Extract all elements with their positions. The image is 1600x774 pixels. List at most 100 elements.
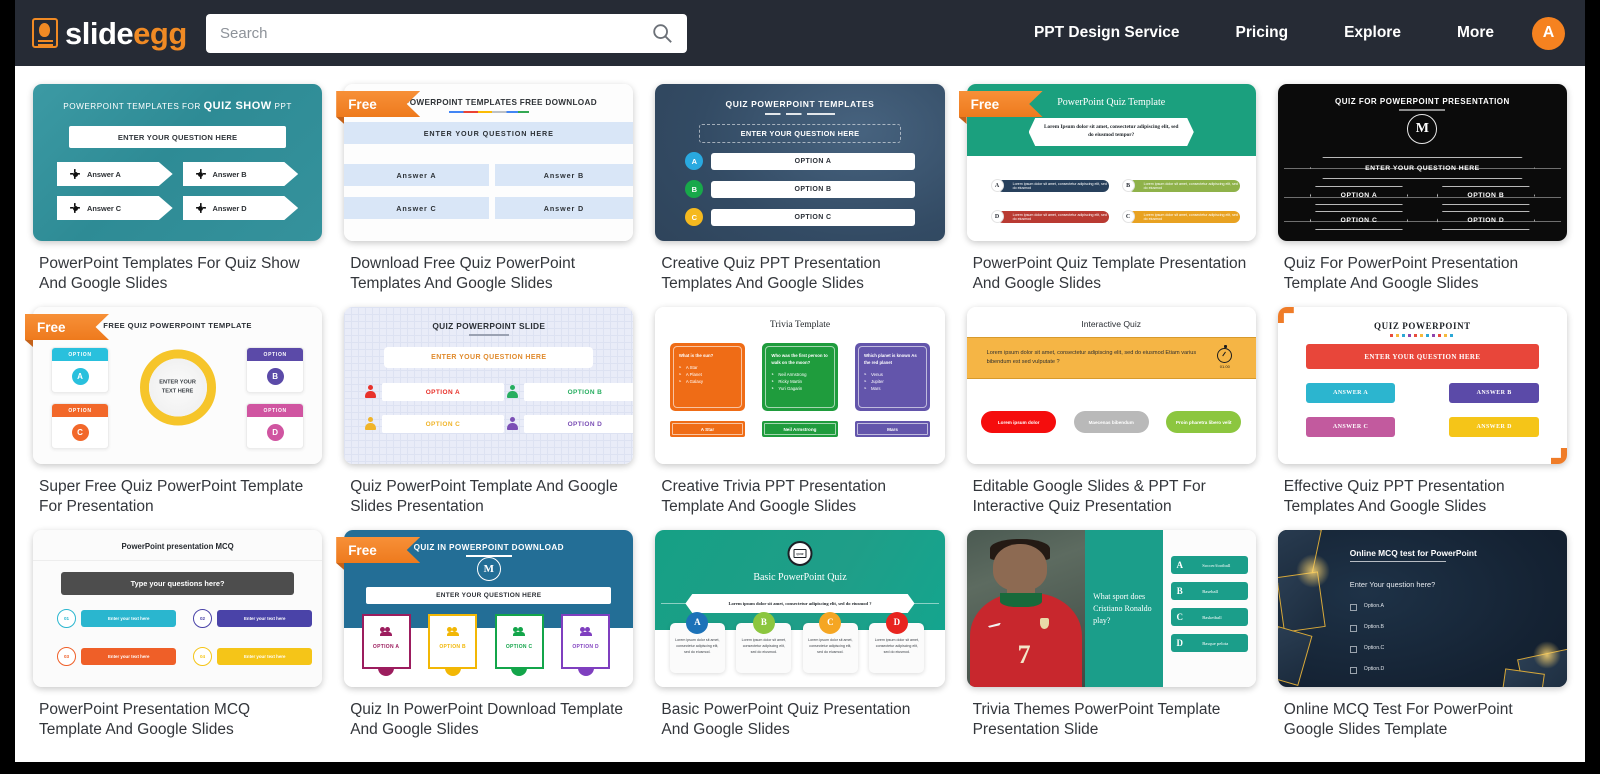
glow-decor bbox=[1533, 641, 1561, 669]
slide-option-c: C Lorem ipsum dolor sit amet, consectetur… bbox=[802, 612, 858, 673]
template-title[interactable]: Creative Quiz PPT Presentation Templates… bbox=[655, 241, 944, 303]
slide-option-d: OPTION D bbox=[1436, 211, 1535, 230]
slide-answer-b: ANSWER B bbox=[1449, 383, 1539, 403]
template-thumbnail[interactable]: QUIZ POWERPOINT SLIDE ENTER YOUR QUESTIO… bbox=[344, 307, 634, 464]
slide-option-a: OPTION A bbox=[361, 614, 411, 676]
template-thumbnail[interactable]: QUIZ POWERPOINT TEMPLATES ENTER YOUR QUE… bbox=[655, 84, 945, 241]
nav-item-explore[interactable]: Explore bbox=[1316, 24, 1429, 42]
site-logo[interactable]: slideegg bbox=[32, 18, 187, 49]
template-title[interactable]: Basic PowerPoint Quiz Presentation And G… bbox=[655, 687, 944, 749]
template-thumbnail[interactable]: QUIZ FOR POWERPOINT PRESENTATION M ENTER… bbox=[1277, 84, 1567, 241]
template-card[interactable]: Interactive Quiz Lorem ipsum dolor sit a… bbox=[966, 303, 1256, 526]
gold-shape-decor bbox=[1277, 626, 1313, 686]
template-thumbnail[interactable]: Online MCQ test for PowerPoint Enter You… bbox=[1277, 530, 1567, 687]
slide-option-b: B Lorem ipsum dolor sit amet, consectetur… bbox=[736, 612, 792, 673]
template-title[interactable]: Editable Google Slides & PPT For Interac… bbox=[967, 464, 1256, 526]
question-band: Lorem ipsum dolor sit amet, consectetur … bbox=[966, 337, 1256, 379]
template-card[interactable]: Free QUIZ POWERPOINT TEMPLATES FREE DOWN… bbox=[336, 80, 634, 303]
slide-option-2: Enter your text here bbox=[217, 610, 313, 627]
slide-option-b: B OPTION B bbox=[685, 180, 915, 198]
option-letter-b: B bbox=[1121, 179, 1135, 192]
template-title[interactable]: PowerPoint Templates For Quiz Show And G… bbox=[33, 241, 322, 303]
slide-question: What sport does Cristiano Ronaldo play? bbox=[1093, 591, 1152, 625]
slide-answer-c: ANSWER C bbox=[1305, 417, 1396, 437]
template-card[interactable]: Trivia Template What is the sun? A Star … bbox=[655, 303, 945, 526]
template-title[interactable]: PowerPoint Presentation MCQ Template And… bbox=[33, 687, 322, 749]
free-badge-fold bbox=[336, 563, 345, 570]
option-number-02: 02 bbox=[193, 609, 212, 628]
template-title[interactable]: Effective Quiz PPT Presentation Template… bbox=[1278, 464, 1567, 526]
slide-option-4: Enter your text here bbox=[217, 648, 313, 665]
nav-item-more[interactable]: More bbox=[1429, 24, 1522, 42]
slide-option-c: Option.C bbox=[1363, 645, 1385, 651]
google-dots-decor bbox=[448, 111, 529, 113]
search-input[interactable] bbox=[220, 24, 651, 42]
decor-line bbox=[912, 603, 939, 604]
checkbox-c[interactable] bbox=[1349, 646, 1357, 653]
decor-line bbox=[661, 603, 688, 604]
template-title[interactable]: Quiz PowerPoint Template And Google Slid… bbox=[344, 464, 633, 526]
template-title[interactable]: Creative Trivia PPT Presentation Templat… bbox=[655, 464, 944, 526]
slide-question: ENTER YOUR QUESTION HERE bbox=[1305, 344, 1539, 369]
slide-option-1: Enter your text here bbox=[81, 610, 177, 627]
slide-option-d: D Basque pelota bbox=[1171, 634, 1248, 652]
search-bar[interactable] bbox=[206, 13, 687, 53]
nav-item-pricing[interactable]: Pricing bbox=[1208, 24, 1317, 42]
divider-decor bbox=[1399, 109, 1446, 111]
template-title[interactable]: Super Free Quiz PowerPoint Template For … bbox=[33, 464, 322, 526]
template-thumbnail[interactable]: 7 What sport does Cristiano Ronaldo play… bbox=[966, 530, 1256, 687]
slide-option-b: B Baseball bbox=[1171, 582, 1248, 600]
template-title[interactable]: Download Free Quiz PowerPoint Templates … bbox=[344, 241, 633, 303]
slide-option-b: Lorem ipsum dolor sit amet, consectetur … bbox=[1127, 179, 1241, 192]
free-badge-fold bbox=[958, 117, 967, 124]
slide-option-b: OPTION B bbox=[428, 614, 478, 676]
trivia-answer-3: Mars bbox=[854, 421, 931, 437]
slide-option-c: OPTION C bbox=[382, 415, 504, 433]
template-title[interactable]: Quiz In PowerPoint Download Template And… bbox=[344, 687, 633, 749]
main-nav: PPT Design Service Pricing Explore More … bbox=[1006, 16, 1585, 50]
template-thumbnail[interactable]: QUIZ POWERPOINT ENTER YOUR QUESTION HERE… bbox=[1277, 307, 1567, 464]
slide-heading: QUIZ FOR POWERPOINT PRESENTATION bbox=[1334, 97, 1510, 106]
option-letter-c: C bbox=[685, 208, 704, 226]
template-thumbnail[interactable]: PowerPoint presentation MCQ Type your qu… bbox=[33, 530, 323, 687]
checkbox-b[interactable] bbox=[1349, 625, 1357, 632]
search-icon[interactable] bbox=[651, 22, 673, 44]
user-avatar[interactable]: A bbox=[1532, 16, 1565, 50]
template-card[interactable]: QUIZ Basic PowerPoint Quiz Lorem ipsum d… bbox=[655, 526, 945, 749]
template-thumbnail[interactable]: QUIZ Basic PowerPoint Quiz Lorem ipsum d… bbox=[655, 530, 945, 687]
template-thumbnail[interactable]: POWERPOINT TEMPLATES FOR QUIZ SHOW PPT E… bbox=[33, 84, 323, 241]
template-title[interactable]: Trivia Themes PowerPoint Template Presen… bbox=[967, 687, 1256, 749]
option-number-03: 03 bbox=[57, 647, 76, 666]
slide-option-a: OPTION A bbox=[382, 383, 504, 401]
page-frame: slideegg PPT Design Service Pricing Expl… bbox=[15, 0, 1585, 762]
checkbox-d[interactable] bbox=[1349, 667, 1357, 674]
template-card[interactable]: QUIZ FOR POWERPOINT PRESENTATION M ENTER… bbox=[1277, 80, 1567, 303]
template-thumbnail[interactable]: Interactive Quiz Lorem ipsum dolor sit a… bbox=[966, 307, 1256, 464]
template-card[interactable]: 7 What sport does Cristiano Ronaldo play… bbox=[966, 526, 1256, 749]
slide-answer-d: Answer D bbox=[494, 197, 634, 219]
template-title[interactable]: PowerPoint Quiz Template Presentation An… bbox=[967, 241, 1256, 303]
center-text-line2: TEXT HERE bbox=[161, 388, 194, 395]
template-card[interactable]: QUIZ POWERPOINT SLIDE ENTER YOUR QUESTIO… bbox=[344, 303, 634, 526]
template-card[interactable]: QUIZ POWERPOINT TEMPLATES ENTER YOUR QUE… bbox=[655, 80, 945, 303]
template-title[interactable]: Online MCQ Test For PowerPoint Google Sl… bbox=[1278, 687, 1567, 749]
question-panel: What sport does Cristiano Ronaldo play? bbox=[1085, 530, 1164, 687]
checkbox-a[interactable] bbox=[1349, 604, 1357, 611]
template-card[interactable]: POWERPOINT TEMPLATES FOR QUIZ SHOW PPT E… bbox=[33, 80, 323, 303]
template-card[interactable]: Free PowerPoint Quiz Template Lorem Ipsu… bbox=[958, 80, 1256, 303]
group-icon bbox=[446, 625, 459, 636]
template-card[interactable]: Free FREE QUIZ POWERPOINT TEMPLATE OPTIO… bbox=[25, 303, 323, 526]
divider-decor bbox=[33, 560, 323, 561]
slide-option-d: OPTION D bbox=[561, 614, 611, 676]
template-thumbnail[interactable]: Trivia Template What is the sun? A Star … bbox=[655, 307, 945, 464]
template-card[interactable]: QUIZ POWERPOINT ENTER YOUR QUESTION HERE… bbox=[1277, 303, 1567, 526]
template-card[interactable]: Online MCQ test for PowerPoint Enter You… bbox=[1277, 526, 1567, 749]
slide-option-d: OPTION D bbox=[246, 403, 305, 449]
template-title[interactable]: Quiz For PowerPoint Presentation Templat… bbox=[1278, 241, 1567, 303]
template-card[interactable]: Free QUIZ IN POWERPOINT DOWNLOAD M ENTER… bbox=[336, 526, 634, 749]
slide-heading: Interactive Quiz bbox=[1081, 319, 1142, 329]
template-card[interactable]: PowerPoint presentation MCQ Type your qu… bbox=[33, 526, 323, 749]
nav-item-ppt-design-service[interactable]: PPT Design Service bbox=[1006, 24, 1208, 42]
option-number-04: 04 bbox=[193, 647, 212, 666]
slide-heading: Online MCQ test for PowerPoint bbox=[1349, 548, 1477, 558]
